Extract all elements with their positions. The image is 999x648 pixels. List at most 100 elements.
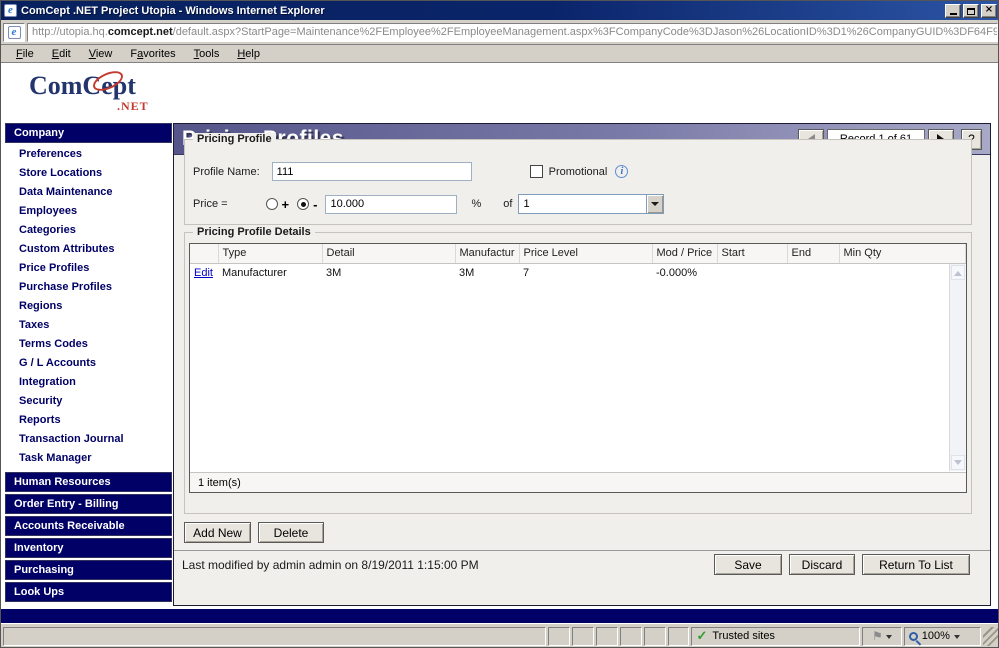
window-title: ComCept .NET Project Utopia - Windows In… — [21, 5, 325, 17]
promotional-label: Promotional — [549, 166, 608, 178]
menu-help[interactable]: Help — [228, 47, 269, 61]
form-action-buttons: Save Discard Return To List — [714, 554, 970, 575]
sidebar-item-preferences[interactable]: Preferences — [5, 144, 172, 163]
column-header-blank — [190, 244, 218, 263]
label-fragment: vorites — [143, 48, 175, 60]
logo-text: ComCept — [29, 71, 136, 101]
window-titlebar: e ComCept .NET Project Utopia - Windows … — [1, 1, 999, 20]
sidebar-section-look-ups[interactable]: Look Ups — [5, 582, 172, 602]
minus-radio[interactable] — [297, 198, 309, 210]
zoom-control[interactable]: 100% — [904, 627, 981, 646]
save-button[interactable]: Save — [714, 554, 782, 575]
sidebar-section-inventory[interactable]: Inventory — [5, 538, 172, 558]
security-zone-cell: ✓ Trusted sites — [691, 627, 860, 646]
browser-window: e ComCept .NET Project Utopia - Windows … — [0, 0, 999, 648]
status-message-cell — [3, 627, 546, 646]
sidebar-item-purchase-profiles[interactable]: Purchase Profiles — [5, 277, 172, 296]
discard-button[interactable]: Discard — [789, 554, 855, 575]
price-formula-row: Price = + - 10.000 % of 1 — [193, 194, 963, 214]
sidebar-item-price-profiles[interactable]: Price Profiles — [5, 258, 172, 277]
percent-label: % — [471, 198, 481, 210]
cell-min-qty — [839, 263, 966, 283]
info-icon[interactable]: i — [615, 165, 628, 178]
promotional-checkbox[interactable] — [530, 165, 543, 178]
sidebar-item-task-manager[interactable]: Task Manager — [5, 448, 172, 467]
column-header-type[interactable]: Type — [218, 244, 322, 263]
price-percent-input[interactable]: 10.000 — [325, 195, 457, 214]
sidebar-item-regions[interactable]: Regions — [5, 296, 172, 315]
chevron-down-icon[interactable] — [646, 195, 663, 213]
sidebar-item-categories[interactable]: Categories — [5, 220, 172, 239]
sidebar-bottom-sections: Human Resources Order Entry - Billing Ac… — [5, 472, 172, 602]
fieldset-legend: Pricing Profile — [193, 133, 276, 145]
minimize-button[interactable] — [945, 4, 961, 18]
sidebar-nav: Company Preferences Store Locations Data… — [5, 123, 172, 603]
price-basis-dropdown[interactable]: 1 — [518, 194, 664, 214]
url-domain: comcept.net — [108, 26, 173, 38]
sidebar-item-taxes[interactable]: Taxes — [5, 315, 172, 334]
sidebar-item-terms-codes[interactable]: Terms Codes — [5, 334, 172, 353]
triangle-icon — [651, 202, 659, 210]
status-cell — [548, 627, 570, 646]
delete-button[interactable]: Delete — [258, 522, 324, 543]
app-header: ComCept .NET 1 Location: 1 - Comcept Ent… — [1, 63, 999, 123]
protected-mode-cell[interactable]: ⚑ — [862, 627, 902, 646]
sidebar-item-gl-accounts[interactable]: G / L Accounts — [5, 353, 172, 372]
return-to-list-button[interactable]: Return To List — [862, 554, 970, 575]
sidebar-item-data-maintenance[interactable]: Data Maintenance — [5, 182, 172, 201]
column-header-price-level[interactable]: Price Level — [519, 244, 652, 263]
sidebar-section-company[interactable]: Company — [5, 123, 172, 143]
menu-view[interactable]: View — [80, 47, 122, 61]
cell-manufacturer: 3M — [455, 263, 519, 283]
comcept-logo: ComCept .NET — [29, 71, 179, 117]
ie-page-icon: e — [8, 26, 21, 39]
close-button[interactable]: × — [981, 4, 997, 18]
edit-link[interactable]: Edit — [194, 267, 213, 279]
status-bar: ✓ Trusted sites ⚑ 100% — [1, 623, 999, 648]
sidebar-item-reports[interactable]: Reports — [5, 410, 172, 429]
add-new-button[interactable]: Add New — [184, 522, 251, 543]
status-cell — [620, 627, 642, 646]
plus-radio[interactable] — [266, 198, 278, 210]
scroll-down-button[interactable] — [951, 455, 965, 470]
sidebar-item-transaction-journal[interactable]: Transaction Journal — [5, 429, 172, 448]
column-header-manufacturer[interactable]: Manufactur — [455, 244, 519, 263]
profile-name-input[interactable]: 111 — [272, 162, 472, 181]
check-icon: ✓ — [696, 628, 707, 644]
cell-detail: 3M — [322, 263, 455, 283]
column-header-mod-price[interactable]: Mod / Price — [652, 244, 717, 263]
plus-label: + — [282, 197, 290, 212]
label-fragment: iew — [96, 48, 113, 60]
url-fragment: http://utopia.hq. — [32, 26, 108, 38]
maximize-button[interactable] — [963, 4, 979, 18]
main-content: Pricing Profiles Record 1 of 61 ? Pricin… — [173, 123, 991, 606]
sidebar-section-accounts-receivable[interactable]: Accounts Receivable — [5, 516, 172, 536]
sidebar-item-custom-attributes[interactable]: Custom Attributes — [5, 239, 172, 258]
column-header-detail[interactable]: Detail — [322, 244, 455, 263]
minus-label: - — [313, 197, 317, 212]
zoom-level: 100% — [922, 630, 950, 642]
menu-file[interactable]: File — [7, 47, 43, 61]
menu-favorites[interactable]: Favorites — [121, 47, 184, 61]
sidebar-item-employees[interactable]: Employees — [5, 201, 172, 220]
column-header-end[interactable]: End — [787, 244, 839, 263]
details-table: Type Detail Manufactur Price Level Mod /… — [190, 244, 966, 283]
scroll-up-button[interactable] — [951, 265, 965, 280]
sidebar-item-security[interactable]: Security — [5, 391, 172, 410]
list-action-buttons: Add New Delete — [184, 522, 324, 543]
sidebar-section-purchasing[interactable]: Purchasing — [5, 560, 172, 580]
magnifier-icon — [909, 632, 918, 641]
menu-tools[interactable]: Tools — [185, 47, 229, 61]
column-header-start[interactable]: Start — [717, 244, 787, 263]
security-zone-label: Trusted sites — [712, 630, 775, 642]
column-header-min-qty[interactable]: Min Qty — [839, 244, 966, 263]
resize-grip-icon[interactable] — [983, 627, 998, 646]
menu-edit[interactable]: Edit — [43, 47, 80, 61]
sidebar-section-human-resources[interactable]: Human Resources — [5, 472, 172, 492]
sidebar-item-store-locations[interactable]: Store Locations — [5, 163, 172, 182]
url-input[interactable]: http://utopia.hq.comcept.net/default.asp… — [27, 23, 998, 42]
sidebar-item-integration[interactable]: Integration — [5, 372, 172, 391]
label-fragment: pt — [113, 71, 136, 100]
vertical-scrollbar[interactable] — [949, 264, 966, 471]
sidebar-section-order-entry-billing[interactable]: Order Entry - Billing — [5, 494, 172, 514]
